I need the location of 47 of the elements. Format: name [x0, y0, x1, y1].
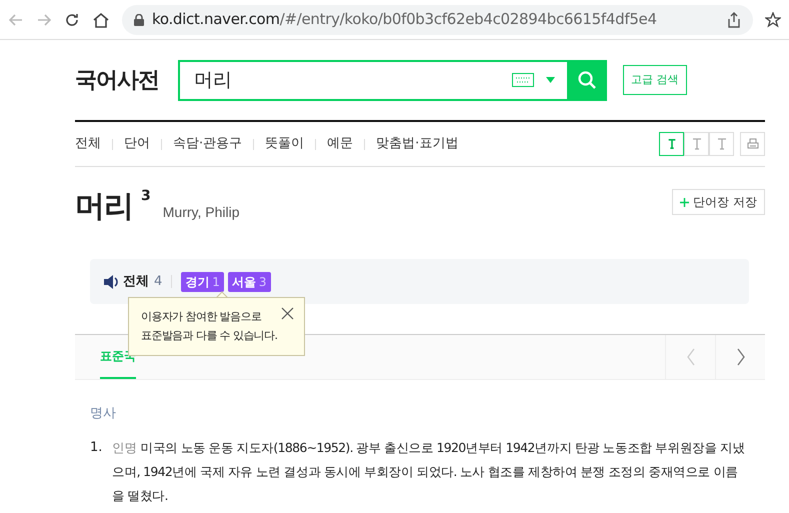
close-button[interactable]: [281, 307, 294, 320]
font-size-button[interactable]: [709, 132, 734, 156]
font-size-button[interactable]: [684, 132, 709, 156]
print-icon: [746, 138, 758, 150]
play-all-button[interactable]: 전체 4: [103, 272, 162, 292]
region-tag[interactable]: 서울 3: [228, 272, 271, 292]
search-field[interactable]: 머리: [180, 66, 512, 94]
print-button[interactable]: [740, 132, 765, 156]
text-size-icon: [716, 137, 726, 151]
search-icon: [578, 71, 596, 89]
homograph-number: 3: [141, 187, 151, 205]
nav-link[interactable]: 단어: [124, 134, 150, 154]
entry-word: 머리: [75, 188, 133, 226]
plus-icon: [680, 198, 690, 206]
address-bar[interactable]: ko.dict.naver.com/#/entry/koko/b0f0b3cf62eb4c02894bc6615f4df5e4: [122, 4, 753, 34]
reload-icon[interactable]: [64, 12, 80, 28]
chevron-left-icon: [686, 347, 696, 367]
url-text: ko.dict.naver.com/#/entry/koko/b0f0b3cf62eb4c02894bc6615f4df5e4: [152, 9, 657, 30]
back-icon[interactable]: [8, 12, 24, 28]
nav-link[interactable]: 맞춤법·표기법: [376, 134, 458, 154]
logo[interactable]: 국어사전: [75, 64, 178, 96]
region-tag[interactable]: 경기 1: [181, 272, 224, 292]
nav-link[interactable]: 예문: [327, 134, 354, 154]
part-of-speech: 명사: [90, 405, 117, 423]
caret-icon[interactable]: [546, 77, 555, 83]
forward-icon[interactable]: [36, 12, 52, 28]
tooltip-text: 이용자가 참여한 발음으로 표준발음과 다를 수 있습니다.: [141, 309, 278, 344]
font-size-button[interactable]: [659, 132, 684, 156]
text-size-icon: [666, 139, 676, 149]
definition-number: 1.: [90, 438, 104, 456]
nav-link[interactable]: 속담·관용구: [173, 134, 242, 154]
speaker-icon: [103, 274, 120, 288]
nav-link[interactable]: 뜻풀이: [265, 134, 304, 154]
text-size-icon: [692, 138, 702, 150]
close-icon: [281, 307, 294, 320]
search-bar[interactable]: 머리: [178, 60, 607, 100]
keyboard-icon[interactable]: [512, 73, 534, 87]
save-wordbook-button[interactable]: 단어장 저장: [672, 189, 765, 215]
original-spelling: Murry, Philip: [162, 203, 240, 222]
home-icon[interactable]: [92, 12, 110, 28]
share-icon[interactable]: [727, 12, 741, 28]
star-icon[interactable]: [765, 12, 781, 28]
nav-link[interactable]: 전체: [75, 134, 101, 154]
definition-text: 인명 미국의 노동 운동 지도자(1886~1952). 광부 출신으로 1920년부터 1942년까지 탄광 노동조합 부위원장을 지냈으며, 1942년에 국제 자유 노련 결성과 동시에 부회장이 되었다. 노사 협조를 제창하여 분쟁 조정의 중재역으로 이름을 떨쳤다.: [112, 438, 746, 504]
search-button[interactable]: [567, 60, 607, 100]
lock-icon: [134, 14, 144, 26]
chevron-right-icon: [736, 347, 746, 367]
